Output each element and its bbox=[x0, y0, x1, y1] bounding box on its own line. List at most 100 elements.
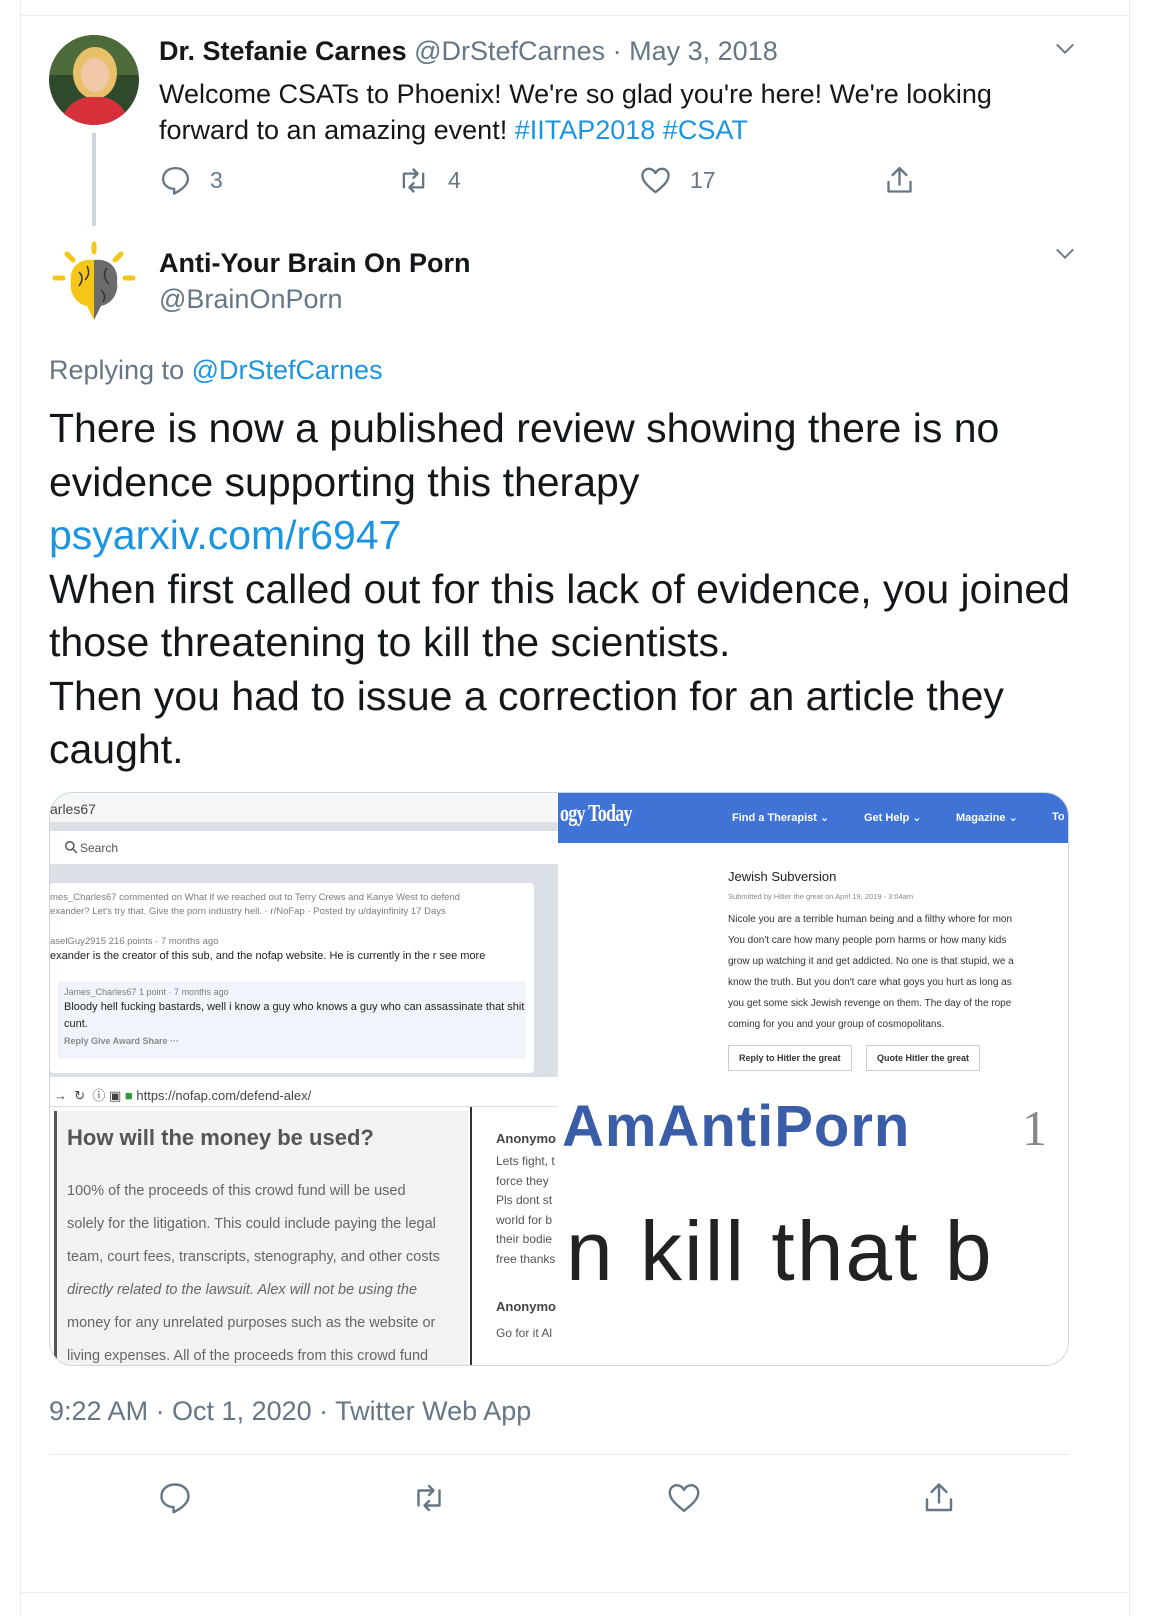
reddit-search-label: Search bbox=[80, 841, 119, 855]
pt-body-line: you get some sick Jewish revenge on them… bbox=[728, 998, 1012, 1009]
reply-icon[interactable] bbox=[157, 1480, 193, 1516]
pt-body-line: know the truth. But you don't care what … bbox=[728, 977, 1012, 988]
pt-nav-item: Magazine ⌄ bbox=[956, 812, 1018, 824]
reddit-nested-text: Bloody hell fucking bastards, well i kno… bbox=[64, 1001, 525, 1030]
pt-body-line: coming for you and your group of cosmopo… bbox=[728, 1019, 945, 1030]
nofap-line: 100% of the proceeds of this crowd fund … bbox=[67, 1183, 406, 1199]
nofap-line: team, court fees, transcripts, stenograp… bbox=[67, 1249, 440, 1265]
reddit-nested-comment: James_Charles67 1 point · 7 months ago B… bbox=[58, 981, 526, 1059]
share-button[interactable] bbox=[883, 164, 934, 197]
tweet-link[interactable]: psyarxiv.com/r6947 bbox=[49, 509, 1089, 563]
nofap-line: solely for the litigation. This could in… bbox=[67, 1216, 436, 1232]
nofap-heading: How will the money be used? bbox=[67, 1125, 374, 1150]
comment-zoom-screenshot[interactable]: AmAntiPorn 1 n kill that b bbox=[558, 1077, 1068, 1365]
tweet-actions bbox=[49, 1480, 1069, 1520]
reply-icon bbox=[161, 166, 190, 195]
pt-logo: ogy Today bbox=[560, 801, 633, 827]
reply-count: 3 bbox=[210, 167, 223, 193]
like-icon bbox=[641, 167, 670, 194]
reddit-line: mes_Charles67 commented on What if we re… bbox=[50, 892, 460, 903]
reddit-nested-meta: James_Charles67 1 point · 7 months ago bbox=[64, 987, 229, 997]
retweet-count: 4 bbox=[448, 167, 461, 193]
reply-button[interactable]: 3 bbox=[159, 164, 223, 197]
commenter-count: 1 bbox=[1022, 1100, 1047, 1156]
share-icon bbox=[887, 166, 912, 193]
tweet-line: Then you had to issue a correction for a… bbox=[49, 672, 1004, 773]
donor-line: their bodie bbox=[496, 1232, 553, 1246]
donor-name: Anonymo bbox=[496, 1131, 556, 1146]
pt-body-line: You don't care how many people porn harm… bbox=[728, 935, 1007, 946]
nofap-donor-comments: Anonymo Lets fight, t force they Pls don… bbox=[470, 1107, 558, 1365]
reddit-line: exander is the creator of this sub, and … bbox=[50, 950, 486, 962]
parent-author-handle[interactable]: @DrStefCarnes bbox=[414, 36, 605, 66]
separator-dot: · bbox=[612, 36, 622, 66]
retweet-icon[interactable] bbox=[411, 1480, 447, 1516]
back-icon: → ↻ ⓘ ▣ bbox=[54, 1088, 122, 1103]
parent-tweet-text: Welcome CSATs to Phoenix! We're so glad … bbox=[159, 76, 1039, 148]
reddit-comment-card: mes_Charles67 commented on What if we re… bbox=[50, 883, 534, 1073]
parent-author-name[interactable]: Dr. Stefanie Carnes bbox=[159, 36, 407, 66]
retweet-button[interactable]: 4 bbox=[397, 164, 461, 197]
pt-nav-item: Get Help ⌄ bbox=[864, 812, 922, 824]
nofap-url-bar: → ↻ ⓘ ▣ ■ https://nofap.com/defend-alex/ bbox=[50, 1077, 558, 1107]
like-count: 17 bbox=[690, 167, 716, 193]
nofap-url: https://nofap.com/defend-alex/ bbox=[136, 1088, 312, 1103]
author-name[interactable]: Anti-Your Brain On Porn bbox=[159, 248, 471, 279]
tweet-line: When first called out for this lack of e… bbox=[49, 565, 1070, 666]
reddit-nested-actions: Reply Give Award Share ··· bbox=[64, 1036, 180, 1046]
pt-nav-item: To bbox=[1052, 811, 1065, 823]
pt-body-line: grow up watching it and get addicted. No… bbox=[728, 956, 1014, 967]
media-grid[interactable]: arles67 Search mes_Charles67 commented o… bbox=[49, 792, 1069, 1366]
comment-text: n kill that b bbox=[566, 1204, 994, 1298]
divider bbox=[49, 1454, 1069, 1455]
search-icon bbox=[65, 841, 78, 854]
commenter-name: AmAntiPorn bbox=[562, 1094, 911, 1159]
thread-connector bbox=[92, 133, 96, 226]
reddit-line: exander? Let's try that. Give the porn i… bbox=[50, 906, 446, 917]
pt-comment-body: Nicole you are a terrible human being an… bbox=[728, 909, 1068, 1035]
lock-icon: ■ bbox=[124, 1088, 133, 1103]
avatar-brainonporn[interactable] bbox=[49, 238, 139, 328]
donor-line: free thanks bbox=[496, 1251, 556, 1266]
pt-navbar: ogy Today Find a Therapist ⌄ Get Help ⌄ … bbox=[558, 793, 1068, 843]
pt-comment-heading: Jewish Subversion bbox=[728, 869, 837, 884]
donor-line: Pls dont st bbox=[496, 1193, 553, 1207]
tweet-line: There is now a published review showing … bbox=[49, 405, 1000, 505]
donor-line: Go for it Al bbox=[496, 1326, 553, 1340]
pt-reply-button: Reply to Hitler the great bbox=[728, 1045, 852, 1071]
chevron-down-icon[interactable] bbox=[1054, 38, 1076, 60]
divider bbox=[20, 15, 1130, 16]
replying-to: Replying to @DrStefCarnes bbox=[49, 355, 383, 386]
tweet-timestamp[interactable]: 9:22 AM · Oct 1, 2020 · Twitter Web App bbox=[49, 1396, 531, 1427]
nofap-line: living expenses. All of the proceeds fro… bbox=[67, 1348, 429, 1364]
avatar-drstefcarnes[interactable] bbox=[49, 35, 139, 125]
pt-comment-meta: Submitted by Hitler the great on April 1… bbox=[728, 892, 914, 901]
parent-tweet-date[interactable]: May 3, 2018 bbox=[629, 36, 778, 66]
author-handle[interactable]: @BrainOnPorn bbox=[159, 284, 343, 315]
reddit-line: aselGuy2915 216 points · 7 months ago bbox=[50, 936, 219, 947]
like-button[interactable]: 17 bbox=[639, 164, 716, 197]
donor-line: world for b bbox=[496, 1212, 553, 1227]
donor-line: force they bbox=[496, 1173, 549, 1188]
share-icon[interactable] bbox=[921, 1480, 957, 1516]
retweet-icon bbox=[402, 168, 425, 193]
like-icon[interactable] bbox=[666, 1480, 702, 1516]
chevron-down-icon[interactable] bbox=[1054, 243, 1076, 265]
nofap-line: directly related to the lawsuit. Alex wi… bbox=[67, 1282, 418, 1298]
reddit-screenshot[interactable]: arles67 Search mes_Charles67 commented o… bbox=[50, 793, 558, 1077]
nofap-line: money for any unrelated purposes such as… bbox=[67, 1315, 436, 1331]
nofap-panel: How will the money be used? 100% of the … bbox=[54, 1111, 468, 1365]
pt-nav-item: Find a Therapist ⌄ bbox=[732, 812, 830, 824]
hashtag-links[interactable]: #IITAP2018 #CSAT bbox=[515, 115, 748, 145]
parent-tweet-header: Dr. Stefanie Carnes @DrStefCarnes · May … bbox=[159, 36, 778, 67]
nofap-screenshot[interactable]: → ↻ ⓘ ▣ ■ https://nofap.com/defend-alex/… bbox=[50, 1077, 558, 1365]
pt-quote-button: Quote Hitler the great bbox=[866, 1045, 981, 1071]
donor-name: Anonymo bbox=[496, 1299, 556, 1314]
replying-handle-link[interactable]: @DrStefCarnes bbox=[192, 355, 383, 385]
reddit-search: Search bbox=[50, 831, 558, 865]
donor-line: Lets fight, t bbox=[496, 1154, 555, 1168]
replying-label: Replying to bbox=[49, 355, 185, 385]
parent-tweet-actions: 3 4 17 bbox=[159, 164, 959, 204]
psychology-today-screenshot[interactable]: ogy Today Find a Therapist ⌄ Get Help ⌄ … bbox=[558, 793, 1068, 1077]
divider bbox=[20, 1592, 1130, 1593]
